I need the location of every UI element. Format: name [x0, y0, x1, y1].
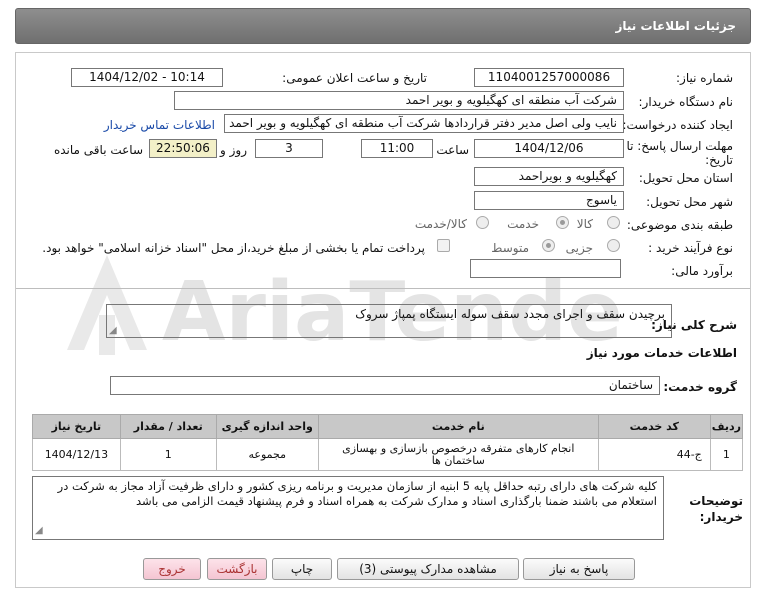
deadline-days-label: روز و: [220, 143, 247, 157]
col-row-header: ردیف: [709, 414, 744, 439]
province-field: کهگیلویه و بویراحمد: [474, 167, 624, 186]
purchase-radio-medium[interactable]: [542, 239, 555, 252]
buyer-org-field: شرکت آب منطقه ای کهگیلویه و بویر احمد: [174, 91, 624, 110]
need-number-field: 1104001257000086: [474, 68, 624, 87]
resize-handle-icon[interactable]: ◢: [109, 325, 117, 336]
estimate-field: [470, 259, 621, 278]
need-number-label: شماره نیاز:: [676, 71, 733, 85]
category-radio-goods[interactable]: [607, 216, 620, 229]
attachments-button[interactable]: مشاهده مدارک پیوستی (3): [337, 558, 519, 580]
purchase-option-medium: متوسط: [491, 241, 529, 255]
service-group-label: گروه خدمت:: [663, 380, 737, 394]
cell-qty: 1: [119, 438, 217, 471]
category-radio-service[interactable]: [556, 216, 569, 229]
announce-field: 1404/12/02 - 10:14: [71, 68, 223, 87]
service-group-field: ساختمان: [110, 376, 660, 395]
purchase-option-minor: جزیی: [565, 241, 593, 255]
page-title: جزئیات اطلاعات نیاز: [615, 19, 736, 33]
table-row: 1 ج-44 انجام کارهای متفرقه درخصوص بازساز…: [32, 438, 744, 471]
divider: [16, 288, 750, 289]
col-name-header: نام خدمت: [317, 414, 599, 439]
resize-handle-icon[interactable]: ◢: [35, 523, 43, 538]
deadline-date-field: 1404/12/06: [474, 139, 624, 158]
need-details-page: جزئیات اطلاعات نیاز AriaTender.net شماره…: [0, 0, 761, 596]
category-option-goods-service: کالا/خدمت: [414, 217, 467, 231]
purchase-radio-minor[interactable]: [607, 239, 620, 252]
category-radio-goods-service[interactable]: [476, 216, 489, 229]
province-label: استان محل تحویل:: [638, 171, 733, 185]
services-section-title: اطلاعات خدمات مورد نیاز: [586, 346, 737, 360]
city-label: شهر محل تحویل:: [646, 195, 733, 209]
category-option-service: خدمت: [507, 217, 539, 231]
treasury-checkbox[interactable]: [437, 239, 450, 252]
col-code-header: کد خدمت: [597, 414, 711, 439]
print-button[interactable]: چاپ: [272, 558, 332, 580]
page-header: جزئیات اطلاعات نیاز: [15, 8, 751, 44]
announce-label: تاریخ و ساعت اعلان عمومی:: [282, 71, 427, 85]
deadline-time-field: 11:00: [361, 139, 433, 158]
category-label: طبقه بندی موضوعی:: [626, 218, 733, 232]
cell-unit: مجموعه: [215, 438, 319, 471]
deadline-days-field: 3: [255, 139, 323, 158]
deadline-label-line2: تاریخ:: [705, 153, 733, 167]
city-field: یاسوج: [474, 191, 624, 210]
back-button[interactable]: بازگشت: [207, 558, 267, 580]
cell-date: 1404/12/13: [32, 438, 121, 471]
buyer-notes-text: کلیه شرکت های دارای رتبه حداقل پایه 5 اب…: [57, 479, 657, 508]
remaining-time-field: 22:50:06: [149, 139, 217, 158]
col-date-header: تاریخ نیاز: [32, 414, 121, 439]
reply-button[interactable]: پاسخ به نیاز: [523, 558, 635, 580]
col-unit-header: واحد اندازه گیری: [215, 414, 319, 439]
summary-textarea[interactable]: برچیدن سقف و اجرای مجدد سقف سوله ایستگاه…: [106, 304, 672, 338]
cell-row: 1: [709, 438, 744, 471]
remaining-time-label: ساعت باقی مانده: [53, 143, 143, 157]
buyer-contact-link[interactable]: اطلاعات تماس خریدار: [104, 118, 215, 132]
buyer-notes-label-line2: خریدار:: [699, 510, 743, 524]
summary-text: برچیدن سقف و اجرای مجدد سقف سوله ایستگاه…: [355, 307, 665, 321]
exit-button[interactable]: خروج: [143, 558, 201, 580]
buyer-notes-label-line1: توضیحات: [689, 494, 743, 508]
requester-label: ایجاد کننده درخواست:: [622, 118, 733, 132]
deadline-time-label: ساعت: [436, 143, 469, 157]
cell-name: انجام کارهای متفرقه درخصوص بازسازی و بهس…: [317, 438, 599, 471]
buyer-notes-textarea[interactable]: کلیه شرکت های دارای رتبه حداقل پایه 5 اب…: [32, 476, 664, 540]
requester-field: نایب ولی اصل مدیر دفتر قراردادها شرکت آب…: [224, 114, 624, 133]
deadline-label-line1: مهلت ارسال پاسخ: تا: [626, 139, 733, 153]
table-header-row: ردیف کد خدمت نام خدمت واحد اندازه گیری ت…: [32, 414, 744, 439]
estimate-label: برآورد مالی:: [671, 264, 733, 278]
category-option-goods: کالا: [576, 217, 593, 231]
treasury-note: پرداخت تمام یا بخشی از مبلغ خرید،از محل …: [42, 241, 425, 255]
col-qty-header: تعداد / مقدار: [119, 414, 217, 439]
cell-code: ج-44: [597, 438, 711, 471]
services-table: ردیف کد خدمت نام خدمت واحد اندازه گیری ت…: [32, 414, 744, 471]
purchase-type-label: نوع فرآیند خرید :: [648, 241, 733, 255]
buyer-org-label: نام دستگاه خریدار:: [638, 95, 734, 109]
